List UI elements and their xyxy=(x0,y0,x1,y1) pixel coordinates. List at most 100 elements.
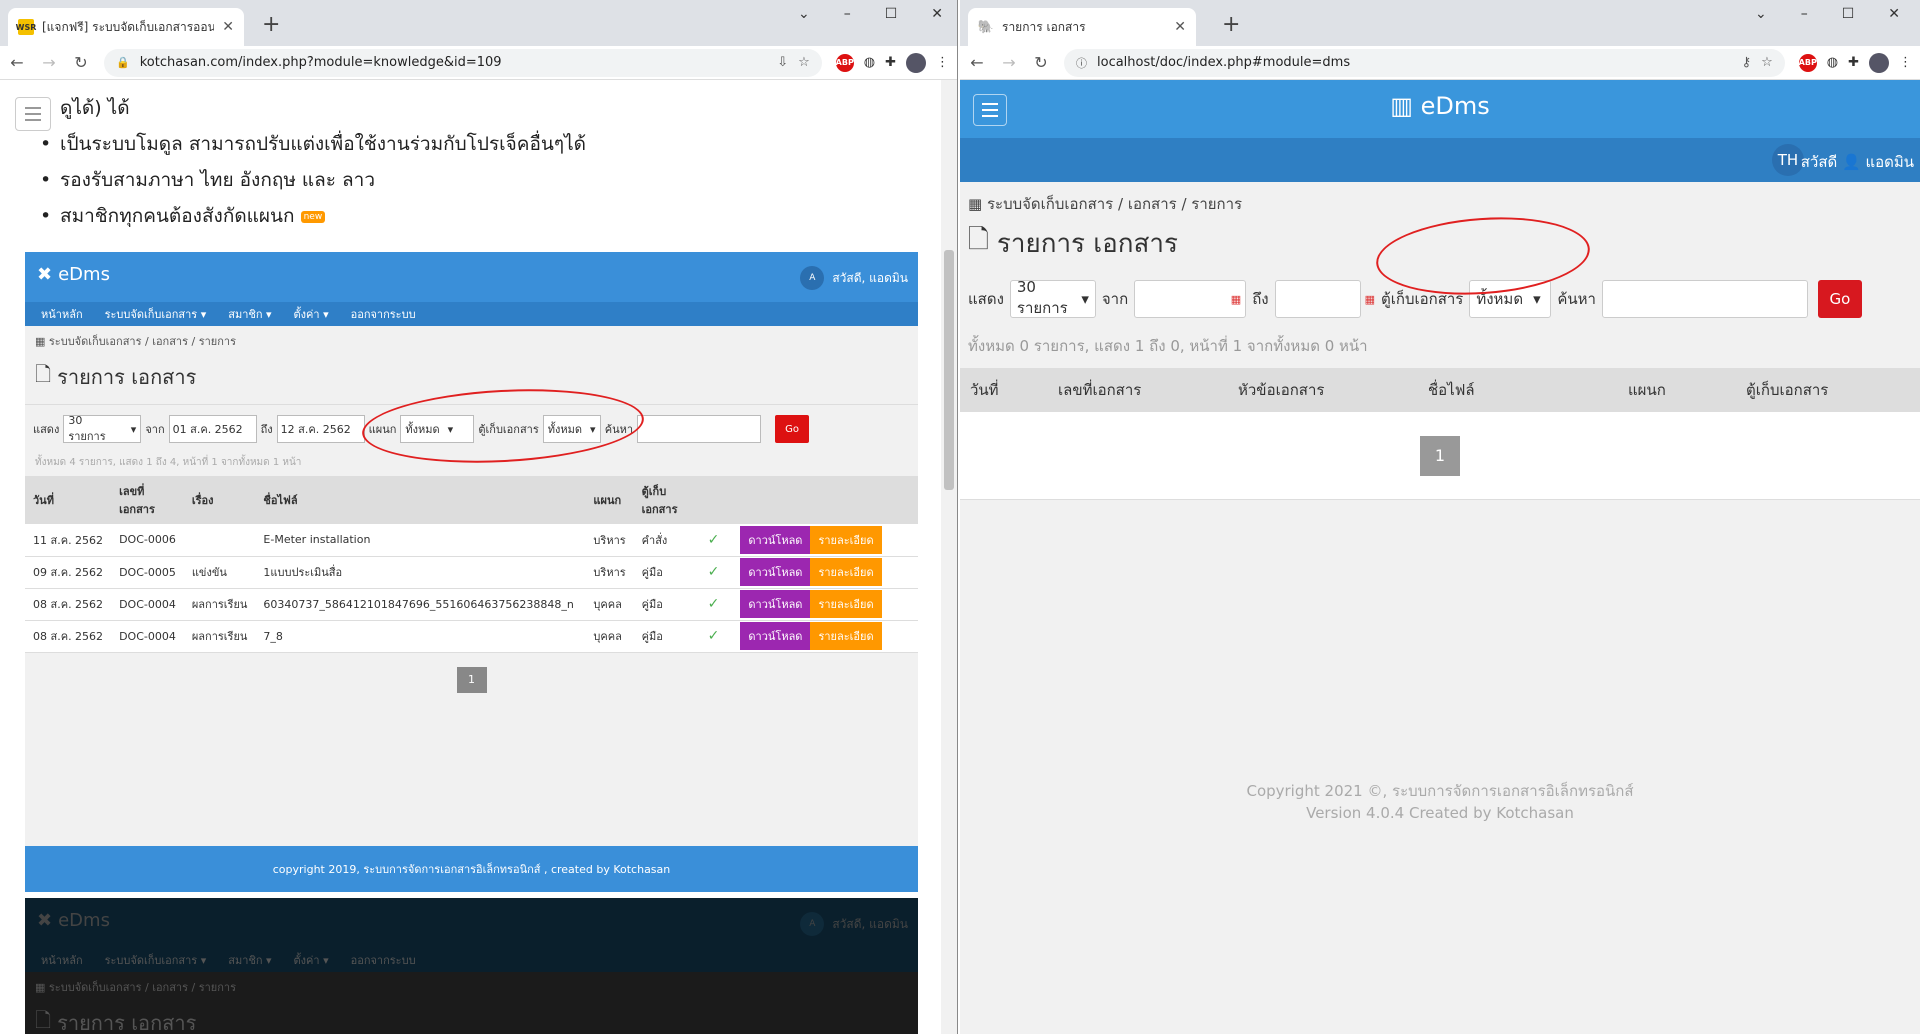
column-header[interactable]: วันที่ xyxy=(960,368,1048,412)
profile-avatar[interactable] xyxy=(1869,52,1889,73)
chevron-down-icon: ▾ xyxy=(1533,290,1541,308)
extensions-area: ABP ◍ ✚ ⋮ xyxy=(1799,52,1912,73)
back-icon[interactable]: ← xyxy=(968,53,986,72)
info-icon[interactable]: ⓘ xyxy=(1076,55,1087,71)
page-scrollbar[interactable] xyxy=(941,80,957,1034)
language-button[interactable]: TH xyxy=(1772,144,1804,176)
feature-item: รองรับสามภาษา ไทย อังกฤษ และ ลาว xyxy=(40,162,920,198)
minimize-icon[interactable]: – xyxy=(1801,6,1808,22)
page-size-select[interactable]: 30 รายการ ▾ xyxy=(1009,278,1096,318)
close-window-icon[interactable]: ✕ xyxy=(931,6,943,22)
footer-copyright: Copyright 2021 ©, ระบบการจัดการเอกสารอิเ… xyxy=(1246,782,1634,800)
column-header[interactable]: หัวข้อเอกสาร xyxy=(1228,368,1418,412)
cabinet-icon: ▥ xyxy=(1390,92,1413,120)
tab-title: [แจกฟรี] ระบบจัดเก็บเอกสารออนไลน์ F xyxy=(42,19,215,34)
close-window-icon[interactable]: ✕ xyxy=(1888,6,1900,22)
column-header[interactable]: ชื่อไฟล์ xyxy=(1418,368,1618,412)
app-header: ▥ eDms xyxy=(960,80,1920,138)
page-button[interactable]: 1 xyxy=(1420,435,1460,476)
more-menu-icon[interactable]: ⋮ xyxy=(1899,55,1912,70)
browser-tab-active[interactable]: 🐘 รายการ เอกสาร ✕ xyxy=(968,8,1196,46)
extension-icon[interactable]: ◍ xyxy=(1827,55,1838,70)
key-icon[interactable]: ⚷ xyxy=(1742,55,1752,70)
new-tab-icon[interactable]: + xyxy=(1222,12,1240,37)
go-button[interactable]: Go xyxy=(1817,280,1862,318)
back-icon[interactable]: ← xyxy=(8,53,26,72)
breadcrumb: ▦ ระบบจัดเก็บเอกสาร / เอกสาร / รายการ xyxy=(960,182,1920,222)
minimize-icon[interactable]: – xyxy=(844,6,851,22)
close-tab-icon[interactable]: ✕ xyxy=(1174,19,1186,35)
lock-icon[interactable]: 🔒 xyxy=(116,56,130,69)
user-bar: TH สวัสดี 👤 แอดมิน xyxy=(960,138,1920,182)
to-date-input[interactable] xyxy=(1274,280,1361,318)
lang-badge: A xyxy=(800,266,825,290)
maximize-icon[interactable]: ☐ xyxy=(1842,6,1855,22)
right-browser-window: 🐘 รายการ เอกสาร ✕ + ⌄ – ☐ ✕ ← → ↻ ⓘ loca… xyxy=(960,0,1920,1034)
tools-icon: ✖ xyxy=(37,264,53,285)
maximize-icon[interactable]: ☐ xyxy=(885,6,898,22)
adblock-icon[interactable]: ABP xyxy=(836,53,854,72)
shot-nav-item: ตั้งค่า ▾ xyxy=(293,308,329,321)
puzzle-icon[interactable]: ✚ xyxy=(1848,55,1859,70)
result-summary: ทั้งหมด 0 รายการ, แสดง 1 ถึง 0, หน้าที่ … xyxy=(968,337,1368,355)
bookmark-star-icon[interactable]: ☆ xyxy=(798,55,810,70)
close-tab-icon[interactable]: ✕ xyxy=(222,19,234,35)
url-field[interactable]: 🔒 kotchasan.com/index.php?module=knowled… xyxy=(104,48,822,77)
address-bar: ← → ↻ ⓘ localhost/doc/index.php#module=d… xyxy=(960,46,1920,80)
extensions-area: ABP ◍ ✚ ⋮ xyxy=(836,52,949,73)
new-badge: new xyxy=(300,210,326,223)
shot-user: A สวัสดี, แอดมิน xyxy=(800,266,908,290)
user-greeting[interactable]: สวัสดี 👤 แอดมิน xyxy=(1801,150,1914,174)
shot-table: วันที่ เลขที่เอกสาร เรื่อง ชื่อไฟล์ แผนก… xyxy=(25,476,918,653)
cabinet-icon: ▦ xyxy=(968,195,983,213)
search-input[interactable] xyxy=(1601,280,1808,318)
embedded-screenshot-dimmed: ✖ eDms A สวัสดี, แอดมิน หน้าหลัก ระบบจัดเก… xyxy=(25,898,918,1034)
new-tab-icon[interactable]: + xyxy=(262,12,280,37)
column-header[interactable]: เลขที่เอกสาร xyxy=(1048,368,1228,412)
shot-nav: หน้าหลัก ระบบจัดเก็บเอกสาร ▾ สมาชิก ▾ ตั… xyxy=(25,302,918,326)
puzzle-icon[interactable]: ✚ xyxy=(885,55,896,70)
feature-item: สมาชิกทุกคนต้องสังกัดแผนก new xyxy=(40,198,920,234)
forward-icon[interactable]: → xyxy=(1000,53,1018,72)
profile-avatar[interactable] xyxy=(906,52,926,73)
tab-strip: WSR [แจกฟรี] ระบบจัดเก็บเอกสารออนไลน์ F … xyxy=(0,0,957,46)
browser-tab-active[interactable]: WSR [แจกฟรี] ระบบจัดเก็บเอกสารออนไลน์ F … xyxy=(8,8,244,46)
shot-header: ✖ eDms A สวัสดี, แอดมิน xyxy=(25,252,918,302)
to-label: ถึง xyxy=(1252,290,1269,308)
shot-footer: copyright 2019, ระบบการจัดการเอกสารอิเล็… xyxy=(25,846,918,892)
table-row: 11 ส.ค. 2562 DOC-0006 E-Meter installation… xyxy=(25,524,918,557)
url-field[interactable]: ⓘ localhost/doc/index.php#module=dms ⚷ ☆ xyxy=(1064,48,1785,77)
left-browser-window: WSR [แจกฟรี] ระบบจัดเก็บเอกสารออนไลน์ F … xyxy=(0,0,958,1034)
reload-icon[interactable]: ↻ xyxy=(1032,53,1050,72)
shot-pagination: 1 xyxy=(456,666,487,693)
address-bar: ← → ↻ 🔒 kotchasan.com/index.php?module=k… xyxy=(0,46,957,80)
column-header[interactable]: แผนก xyxy=(1618,368,1736,412)
from-date-input[interactable]: ▦ xyxy=(1134,280,1247,318)
tab-search-icon[interactable]: ⌄ xyxy=(798,6,810,22)
breadcrumb-text[interactable]: ระบบจัดเก็บเอกสาร / เอกสาร / รายการ xyxy=(987,195,1242,213)
adblock-icon[interactable]: ABP xyxy=(1799,53,1817,72)
shot-brand: ✖ eDms xyxy=(37,264,110,285)
shot-nav-item: ระบบจัดเก็บเอกสาร ▾ xyxy=(104,308,207,321)
table-row: 08 ส.ค. 2562 DOC-0004 ผลการเรียน 7_8 บุคคล คู… xyxy=(25,620,918,653)
install-icon[interactable]: ⇩ xyxy=(777,55,788,70)
forward-icon[interactable]: → xyxy=(40,53,58,72)
extension-icon[interactable]: ◍ xyxy=(864,55,875,70)
feature-item: เป็นระบบโมดูล สามารถปรับแต่งเพื่อใช้งานร… xyxy=(40,126,920,162)
document-icon: 🗋 xyxy=(968,225,989,255)
more-menu-icon[interactable]: ⋮ xyxy=(936,55,949,70)
table-row: 08 ส.ค. 2562 DOC-0004 ผลการเรียน 60340737_5… xyxy=(25,588,918,621)
calendar-icon[interactable]: ▦ xyxy=(1365,293,1375,306)
bookmark-star-icon[interactable]: ☆ xyxy=(1761,55,1773,70)
window-controls: ⌄ – ☐ ✕ xyxy=(798,6,943,22)
tab-search-icon[interactable]: ⌄ xyxy=(1755,6,1767,22)
app-brand[interactable]: ▥ eDms xyxy=(960,92,1920,120)
footer-version: Version 4.0.4 Created by Kotchasan xyxy=(1306,804,1574,822)
elephant-favicon-icon: 🐘 xyxy=(977,19,995,35)
column-header[interactable]: ตู้เก็บเอกสาร xyxy=(1736,368,1920,412)
bullet-cutoff-text: ดูได้) ได้ xyxy=(60,97,130,119)
reload-icon[interactable]: ↻ xyxy=(72,53,90,72)
page-footer: Copyright 2021 ©, ระบบการจัดการเอกสารอิเ… xyxy=(960,780,1920,824)
documents-table: วันที่ เลขที่เอกสาร หัวข้อเอกสาร ชื่อไฟล… xyxy=(960,368,1920,412)
tab-strip: 🐘 รายการ เอกสาร ✕ + ⌄ – ☐ ✕ xyxy=(960,0,1920,46)
